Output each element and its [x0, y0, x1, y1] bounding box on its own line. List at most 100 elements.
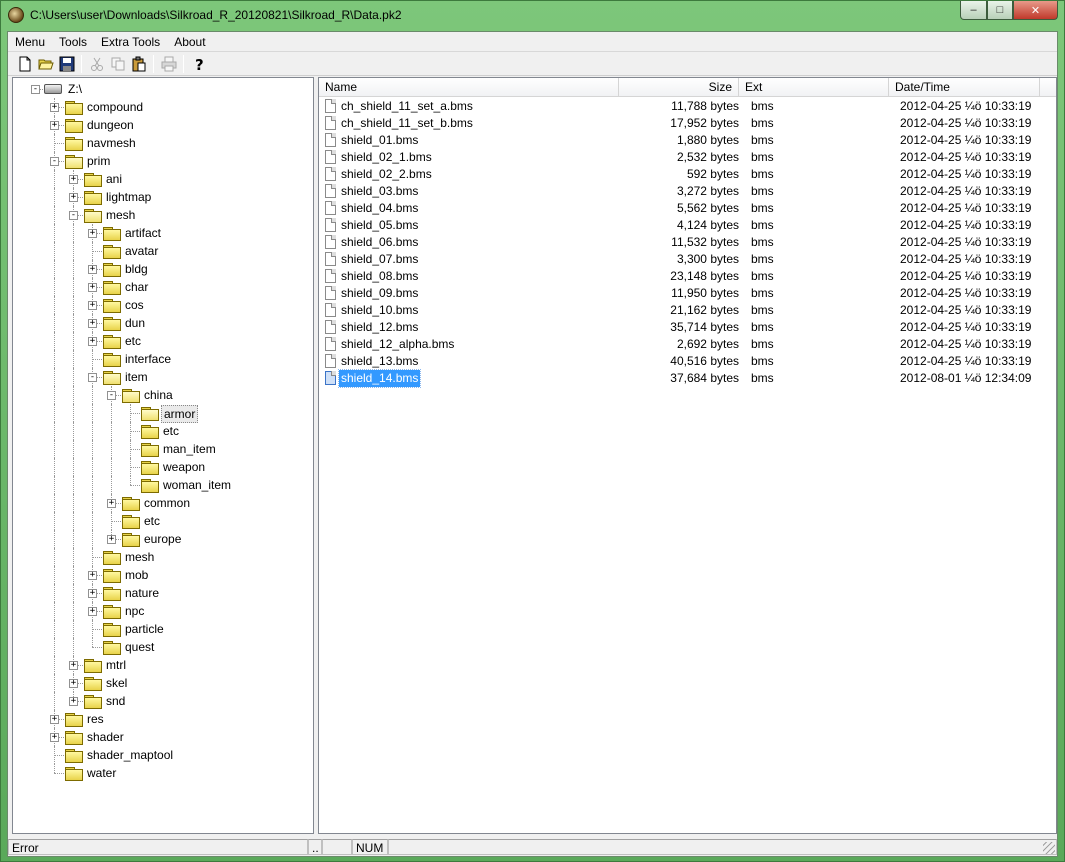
- file-row[interactable]: shield_06.bms 11,532 bytes bms 2012-04-25 ¼…: [319, 234, 1056, 251]
- tree-item-label[interactable]: navmesh: [85, 135, 138, 151]
- file-row[interactable]: shield_01.bms 1,880 bytes bms 2012-04-25 ¼ö…: [319, 132, 1056, 149]
- tree-item-label[interactable]: compound: [85, 99, 145, 115]
- copy-icon[interactable]: [107, 54, 128, 74]
- file-row[interactable]: ch_shield_11_set_a.bms 11,788 bytes bms 201…: [319, 98, 1056, 115]
- tree-expander-plus-icon[interactable]: +: [50, 103, 59, 112]
- tree-expander-minus-icon[interactable]: -: [107, 391, 116, 400]
- tree-item-label[interactable]: interface: [123, 351, 173, 367]
- tree-expander-plus-icon[interactable]: +: [107, 499, 116, 508]
- file-row[interactable]: shield_07.bms 3,300 bytes bms 2012-04-25 ¼ö…: [319, 251, 1056, 268]
- tree-expander-plus-icon[interactable]: +: [88, 607, 97, 616]
- tree-expander-plus-icon[interactable]: +: [88, 283, 97, 292]
- tree-item-label[interactable]: avatar: [123, 243, 160, 259]
- menu-menu[interactable]: Menu: [8, 32, 52, 52]
- file-row[interactable]: shield_13.bms 40,516 bytes bms 2012-04-25 ¼…: [319, 353, 1056, 370]
- tree-item-label[interactable]: dun: [123, 315, 147, 331]
- column-ext[interactable]: Ext: [739, 78, 889, 97]
- new-file-icon[interactable]: [14, 54, 35, 74]
- file-row[interactable]: shield_12.bms 35,714 bytes bms 2012-04-25 ¼…: [319, 319, 1056, 336]
- file-row[interactable]: shield_09.bms 11,950 bytes bms 2012-04-25 ¼…: [319, 285, 1056, 302]
- tree-item-label[interactable]: nature: [123, 585, 161, 601]
- tree-item-label[interactable]: woman_item: [161, 477, 233, 493]
- tree-expander-plus-icon[interactable]: +: [69, 175, 78, 184]
- tree-item-label[interactable]: particle: [123, 621, 166, 637]
- tree-item-label[interactable]: mesh: [104, 207, 137, 223]
- tree-expander-plus-icon[interactable]: +: [107, 535, 116, 544]
- tree-item-label[interactable]: res: [85, 711, 106, 727]
- tree-item-label[interactable]: shader_maptool: [85, 747, 175, 763]
- tree-expander-minus-icon[interactable]: -: [88, 373, 97, 382]
- tree-item-label[interactable]: item: [123, 369, 150, 385]
- tree-expander-plus-icon[interactable]: +: [69, 193, 78, 202]
- file-row[interactable]: shield_02_2.bms 592 bytes bms 2012-04-25 ¼ö…: [319, 166, 1056, 183]
- tree-item-label[interactable]: mtrl: [104, 657, 128, 673]
- column-size[interactable]: Size: [619, 78, 739, 97]
- menu-extra-tools[interactable]: Extra Tools: [94, 32, 167, 52]
- tree-expander-minus-icon[interactable]: -: [31, 85, 40, 94]
- minimize-button[interactable]: –: [960, 1, 987, 20]
- tree-item-label[interactable]: Z:\: [66, 81, 84, 97]
- app-icon[interactable]: [8, 6, 24, 23]
- help-icon[interactable]: ?: [188, 54, 209, 74]
- resize-grip[interactable]: [1043, 842, 1055, 854]
- menu-about[interactable]: About: [167, 32, 212, 52]
- tree-expander-minus-icon[interactable]: -: [69, 211, 78, 220]
- column-name[interactable]: Name: [319, 78, 619, 97]
- tree-expander-plus-icon[interactable]: +: [50, 715, 59, 724]
- save-icon[interactable]: [56, 54, 77, 74]
- file-row[interactable]: ch_shield_11_set_b.bms 17,952 bytes bms 201…: [319, 115, 1056, 132]
- tree-item-label[interactable]: prim: [85, 153, 112, 169]
- file-row[interactable]: shield_02_1.bms 2,532 bytes bms 2012-04-25 …: [319, 149, 1056, 166]
- file-row[interactable]: shield_05.bms 4,124 bytes bms 2012-04-25 ¼ö…: [319, 217, 1056, 234]
- tree-expander-plus-icon[interactable]: +: [69, 697, 78, 706]
- tree-item-label[interactable]: skel: [104, 675, 129, 691]
- tree-expander-plus-icon[interactable]: +: [88, 589, 97, 598]
- maximize-button[interactable]: □: [987, 1, 1013, 20]
- tree-item-label[interactable]: etc: [123, 333, 143, 349]
- tree-item-label[interactable]: mob: [123, 567, 150, 583]
- tree-expander-plus-icon[interactable]: +: [88, 319, 97, 328]
- tree-item-label[interactable]: mesh: [123, 549, 156, 565]
- file-row[interactable]: shield_04.bms 5,562 bytes bms 2012-04-25 ¼ö…: [319, 200, 1056, 217]
- open-folder-icon[interactable]: [35, 54, 56, 74]
- tree-item-label[interactable]: water: [85, 765, 118, 781]
- tree-expander-plus-icon[interactable]: +: [88, 265, 97, 274]
- tree-item-label[interactable]: china: [142, 387, 175, 403]
- tree-expander-plus-icon[interactable]: +: [88, 229, 97, 238]
- tree-expander-plus-icon[interactable]: +: [88, 301, 97, 310]
- folder-tree[interactable]: - Z:\ + compound + dungeon navmesh - prim + ani + li…: [12, 77, 314, 834]
- tree-item-label[interactable]: man_item: [161, 441, 218, 457]
- file-row[interactable]: shield_08.bms 23,148 bytes bms 2012-04-25 ¼…: [319, 268, 1056, 285]
- menu-tools[interactable]: Tools: [52, 32, 94, 52]
- tree-item-label[interactable]: artifact: [123, 225, 163, 241]
- tree-item-label[interactable]: lightmap: [104, 189, 153, 205]
- tree-item-label[interactable]: npc: [123, 603, 146, 619]
- tree-expander-plus-icon[interactable]: +: [88, 571, 97, 580]
- tree-expander-plus-icon[interactable]: +: [50, 121, 59, 130]
- tree-item-label[interactable]: quest: [123, 639, 156, 655]
- tree-expander-plus-icon[interactable]: +: [69, 679, 78, 688]
- tree-item-label[interactable]: char: [123, 279, 150, 295]
- tree-expander-minus-icon[interactable]: -: [50, 157, 59, 166]
- tree-item-label[interactable]: cos: [123, 297, 146, 313]
- tree-expander-plus-icon[interactable]: +: [88, 337, 97, 346]
- tree-item-label[interactable]: bldg: [123, 261, 150, 277]
- tree-item-label[interactable]: etc: [161, 423, 181, 439]
- close-button[interactable]: ✕: [1013, 1, 1058, 20]
- tree-item-label[interactable]: shader: [85, 729, 126, 745]
- cut-icon[interactable]: [86, 54, 107, 74]
- tree-item-label[interactable]: armor: [161, 405, 199, 423]
- file-list[interactable]: Name Size Ext Date/Time ch_shield_11_set…: [318, 77, 1057, 834]
- file-row[interactable]: shield_14.bms 37,684 bytes bms 2012-08-01 ¼…: [319, 369, 1056, 388]
- tree-item-label[interactable]: common: [142, 495, 192, 511]
- paste-icon[interactable]: [128, 54, 149, 74]
- tree-expander-plus-icon[interactable]: +: [50, 733, 59, 742]
- tree-item-label[interactable]: etc: [142, 513, 162, 529]
- tree-item-label[interactable]: dungeon: [85, 117, 136, 133]
- tree-expander-plus-icon[interactable]: +: [69, 661, 78, 670]
- column-datetime[interactable]: Date/Time: [889, 78, 1040, 97]
- tree-item-label[interactable]: europe: [142, 531, 183, 547]
- file-row[interactable]: shield_10.bms 21,162 bytes bms 2012-04-25 ¼…: [319, 302, 1056, 319]
- print-icon[interactable]: [158, 54, 179, 74]
- title-bar[interactable]: C:\Users\user\Downloads\Silkroad_R_20120…: [1, 1, 1064, 28]
